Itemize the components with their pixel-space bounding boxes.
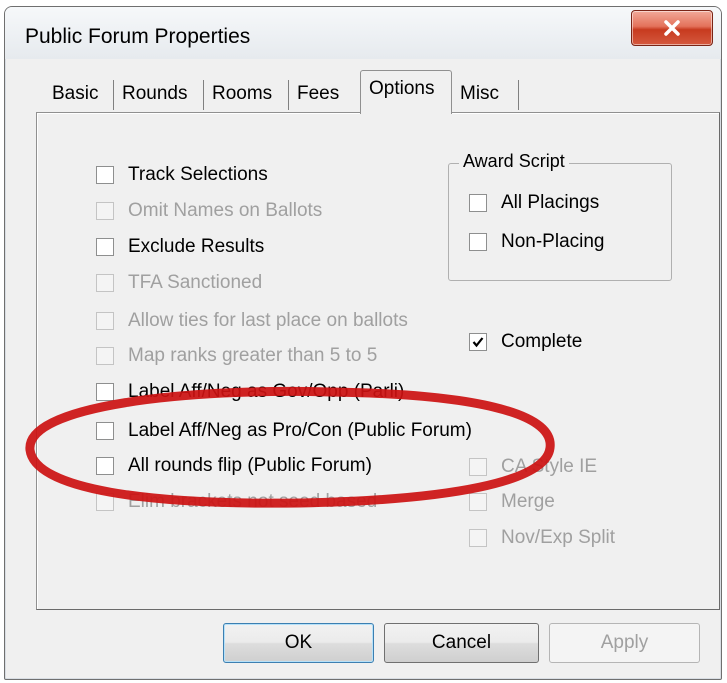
close-button[interactable] bbox=[631, 10, 713, 46]
apply-button[interactable]: Apply bbox=[549, 623, 700, 663]
tab-basic[interactable]: Basic bbox=[44, 76, 106, 112]
tab-separator bbox=[518, 80, 519, 110]
tab-rooms[interactable]: Rooms bbox=[204, 76, 280, 112]
window-title: Public Forum Properties bbox=[25, 25, 251, 48]
tab-misc[interactable]: Misc bbox=[452, 76, 507, 112]
tab-rounds[interactable]: Rounds bbox=[114, 76, 196, 112]
title-bar[interactable]: Public Forum Properties bbox=[5, 7, 721, 59]
close-icon bbox=[664, 20, 680, 36]
cancel-button[interactable]: Cancel bbox=[384, 623, 539, 663]
options-panel bbox=[36, 112, 720, 610]
ok-button[interactable]: OK bbox=[223, 623, 374, 663]
tab-options[interactable]: Options bbox=[360, 70, 452, 114]
tab-fees[interactable]: Fees bbox=[289, 76, 347, 112]
